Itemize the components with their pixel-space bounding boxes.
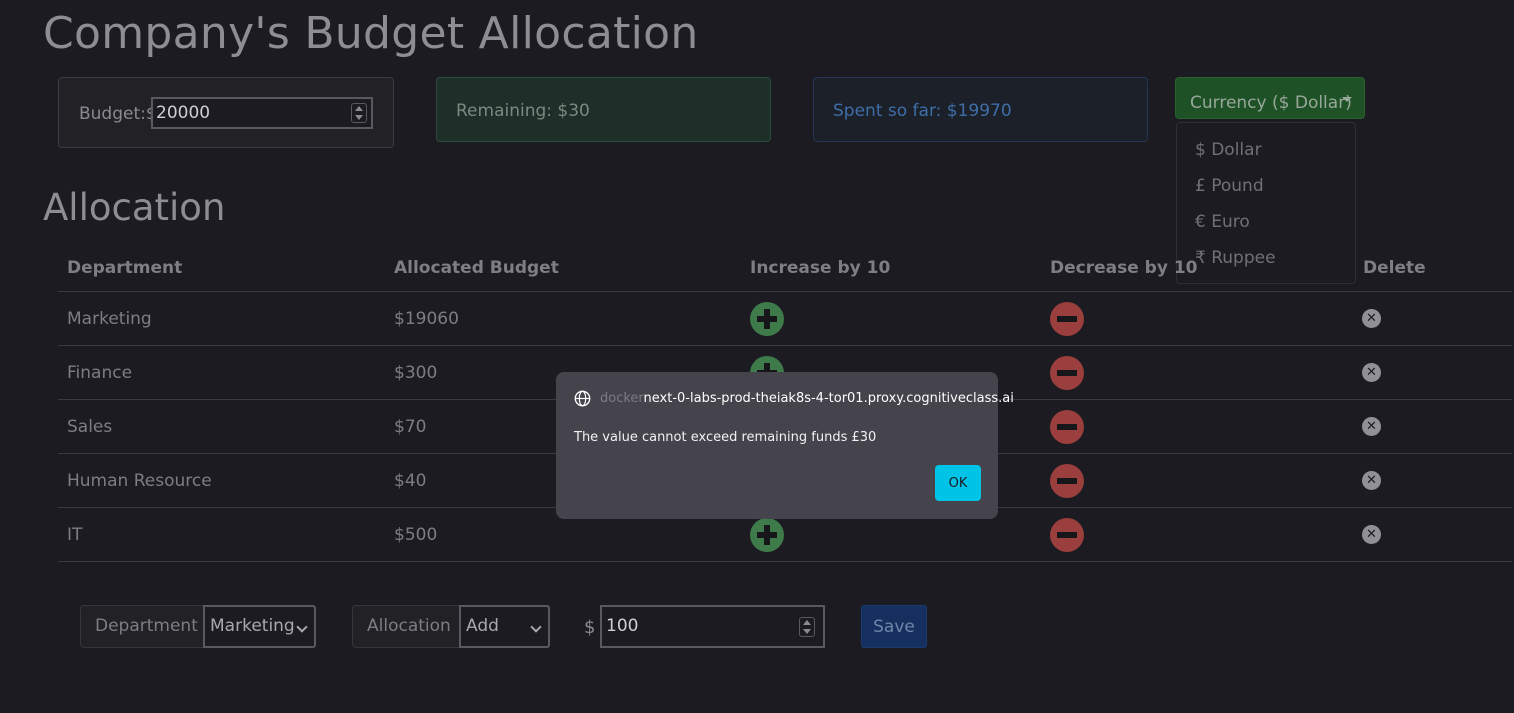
allocation-group: Allocation Add [352,605,550,648]
dialog-origin: dockernext-0-labs-prod-theiak8s-4-tor01.… [600,391,1014,406]
department-group: Department Marketing [80,605,316,648]
header-delete: Delete [1354,245,1512,292]
budget-panel: Budget:$ 20000 [58,77,394,148]
remaining-text: Remaining: $30 [456,101,590,121]
increase-icon[interactable] [750,301,784,336]
dialog-origin-faded: docker [600,391,644,406]
alert-dialog: dockernext-0-labs-prod-theiak8s-4-tor01.… [556,372,1014,519]
table-row: Marketing $19060 ✕ [58,291,1512,346]
currency-option-dollar[interactable]: $ Dollar [1177,132,1355,168]
remaining-panel: Remaining: $30 [436,77,771,142]
currency-button-label: Currency ($ Dollar) [1190,93,1352,113]
delete-icon[interactable]: ✕ [1362,525,1381,544]
budget-input[interactable]: 20000 [151,97,373,129]
row-department: IT [58,507,385,562]
delete-icon[interactable]: ✕ [1362,417,1381,436]
decrease-icon[interactable] [1050,517,1084,552]
decrease-icon[interactable] [1050,409,1084,444]
delete-icon[interactable]: ✕ [1362,309,1381,328]
row-department: Finance [58,345,385,400]
allocation-heading: Allocation [43,186,226,229]
currency-option-pound[interactable]: £ Pound [1177,168,1355,204]
amount-input[interactable]: 100 [600,605,825,648]
spent-panel: Spent so far: $19970 [813,77,1148,142]
row-department: Marketing [58,291,385,346]
decrease-icon[interactable] [1050,463,1084,498]
globe-icon [574,390,591,407]
header-increase: Increase by 10 [741,245,1041,292]
amount-value: 100 [606,616,639,636]
currency-option-euro[interactable]: € Euro [1177,204,1355,240]
table-header-row: Department Allocated Budget Increase by … [58,245,1512,292]
chevron-down-icon [296,621,308,633]
spent-text: Spent so far: $19970 [833,101,1012,121]
currency-symbol: $ [584,617,596,638]
row-department: Sales [58,399,385,454]
save-button[interactable]: Save [861,605,927,648]
increase-icon[interactable] [750,517,784,552]
budget-stepper-icon[interactable] [351,103,367,123]
budget-label: Budget:$ [79,104,157,124]
header-decrease: Decrease by 10 [1041,245,1354,292]
decrease-icon[interactable] [1050,355,1084,390]
caret-down-icon [1342,97,1352,102]
currency-dropdown-button[interactable]: Currency ($ Dollar) [1175,77,1365,119]
department-selected: Marketing [210,616,295,636]
page-title: Company's Budget Allocation [43,8,699,59]
allocation-selected: Add [466,616,499,636]
row-department: Human Resource [58,453,385,508]
allocation-label: Allocation [352,605,460,648]
allocation-select[interactable]: Add [459,605,550,648]
dialog-origin-main: next-0-labs-prod-theiak8s-4-tor01.proxy.… [643,391,1014,406]
department-select[interactable]: Marketing [203,605,316,648]
ok-button[interactable]: OK [935,465,981,501]
decrease-icon[interactable] [1050,301,1084,336]
amount-stepper-icon[interactable] [799,617,815,637]
header-department: Department [58,245,385,292]
delete-icon[interactable]: ✕ [1362,471,1381,490]
delete-icon[interactable]: ✕ [1362,363,1381,382]
department-label: Department [80,605,204,648]
budget-value: 20000 [156,103,211,123]
dialog-message: The value cannot exceed remaining funds … [574,430,877,445]
header-allocated-budget: Allocated Budget [385,245,741,292]
chevron-down-icon [530,621,542,633]
row-budget: $19060 [385,291,741,346]
